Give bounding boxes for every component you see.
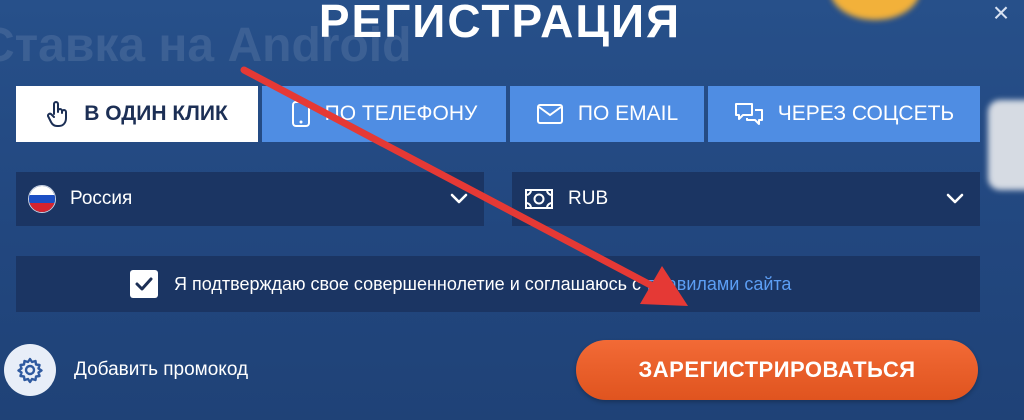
tab-one-click[interactable]: В ОДИН КЛИК bbox=[16, 86, 258, 142]
modal-title: РЕГИСТРАЦИЯ bbox=[318, 0, 682, 47]
tab-via-social[interactable]: ЧЕРЕЗ СОЦСЕТЬ bbox=[708, 86, 980, 142]
currency-value: RUB bbox=[568, 188, 609, 209]
gear-icon bbox=[4, 344, 56, 396]
currency-select[interactable]: RUB bbox=[512, 172, 980, 226]
tab-by-email[interactable]: ПО EMAIL bbox=[510, 86, 704, 142]
phone-icon bbox=[291, 101, 310, 127]
register-button[interactable]: ЗАРЕГИСТРИРОВАТЬСЯ bbox=[576, 340, 978, 400]
close-icon[interactable]: × bbox=[986, 0, 1016, 28]
country-select[interactable]: Россия bbox=[16, 172, 484, 226]
agreement-row: Я подтверждаю свое совершеннолетие и сог… bbox=[16, 256, 980, 312]
chevron-down-icon bbox=[450, 193, 468, 204]
tab-via-social-label: ЧЕРЕЗ СОЦСЕТЬ bbox=[777, 102, 955, 125]
tab-by-phone-label: ПО ТЕЛЕФОНУ bbox=[324, 102, 478, 125]
chat-bubbles-icon bbox=[734, 103, 763, 125]
country-value: Россия bbox=[70, 188, 133, 209]
hand-pointer-icon bbox=[47, 101, 68, 127]
tab-by-phone[interactable]: ПО ТЕЛЕФОНУ bbox=[262, 86, 506, 142]
background-dice bbox=[988, 100, 1024, 190]
add-promo-button[interactable]: Добавить промокод bbox=[4, 344, 248, 396]
chevron-down-icon bbox=[946, 193, 964, 204]
checkmark-icon bbox=[135, 277, 153, 291]
russia-flag-icon bbox=[28, 185, 56, 213]
envelope-icon bbox=[536, 104, 563, 124]
site-rules-link[interactable]: правилами сайта bbox=[647, 274, 791, 295]
tab-by-email-label: ПО EMAIL bbox=[577, 102, 679, 125]
banknote-icon bbox=[525, 189, 553, 209]
agreement-checkbox[interactable] bbox=[130, 270, 158, 298]
add-promo-label: Добавить промокод bbox=[74, 359, 249, 380]
tab-one-click-label: В ОДИН КЛИК bbox=[84, 102, 228, 125]
register-button-label: ЗАРЕГИСТРИРОВАТЬСЯ bbox=[638, 357, 916, 382]
registration-tabs: В ОДИН КЛИК ПО ТЕЛЕФОНУ ПО EMAIL ЧЕРЕЗ С… bbox=[16, 86, 980, 142]
agreement-text: Я подтверждаю свое совершеннолетие и сог… bbox=[174, 273, 641, 294]
